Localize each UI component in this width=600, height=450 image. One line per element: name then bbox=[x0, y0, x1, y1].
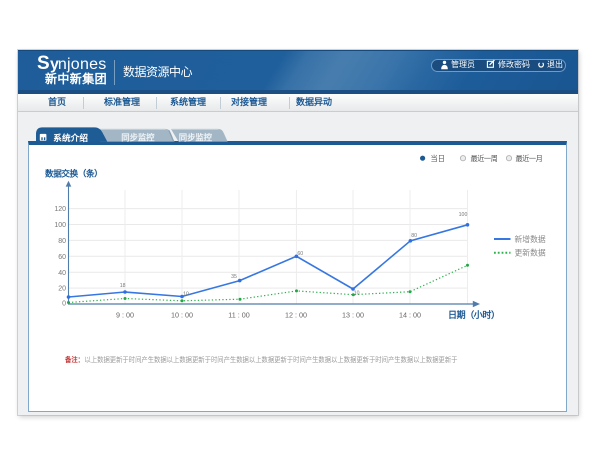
svg-text:日期（小时）: 日期（小时） bbox=[448, 309, 500, 320]
svg-text:10: 10 bbox=[354, 291, 360, 297]
svg-text:9 : 00: 9 : 00 bbox=[116, 311, 134, 320]
svg-text:60: 60 bbox=[297, 251, 303, 257]
svg-text:以上数据更新于时间产生数据以上数据更新于时间产生数据以上数据: 以上数据更新于时间产生数据以上数据更新于时间产生数据以上数据更新于时间产生数据以… bbox=[85, 355, 458, 364]
svg-text:13 : 00: 13 : 00 bbox=[342, 311, 364, 320]
svg-text:0: 0 bbox=[62, 301, 66, 308]
svg-text:10: 10 bbox=[183, 291, 189, 297]
svg-text:80: 80 bbox=[58, 238, 66, 245]
svg-text:10 : 00: 10 : 00 bbox=[171, 311, 193, 320]
svg-text:60: 60 bbox=[58, 254, 66, 261]
svg-text:系统介绍: 系统介绍 bbox=[53, 132, 88, 143]
svg-text:11 : 00: 11 : 00 bbox=[228, 311, 249, 320]
svg-text:数据交换（条）: 数据交换（条） bbox=[45, 168, 102, 179]
svg-text:最近一周: 最近一周 bbox=[471, 154, 498, 163]
svg-text:同步监控: 同步监控 bbox=[179, 133, 213, 143]
svg-text:100: 100 bbox=[54, 222, 66, 229]
svg-text:新增数据: 新增数据 bbox=[515, 234, 546, 244]
svg-text:同步监控: 同步监控 bbox=[121, 133, 155, 143]
svg-text:更新数据: 更新数据 bbox=[515, 248, 546, 258]
svg-text:最近一月: 最近一月 bbox=[516, 154, 543, 163]
svg-text:18: 18 bbox=[120, 283, 126, 289]
svg-text:14 : 00: 14 : 00 bbox=[399, 311, 421, 320]
svg-text:备注：: 备注： bbox=[64, 355, 84, 364]
svg-text:120: 120 bbox=[54, 206, 66, 213]
svg-text:20: 20 bbox=[58, 286, 66, 293]
svg-text:100: 100 bbox=[459, 212, 468, 218]
svg-text:12 : 00: 12 : 00 bbox=[285, 311, 307, 320]
svg-text:35: 35 bbox=[231, 274, 237, 280]
svg-text:当日: 当日 bbox=[431, 154, 445, 163]
svg-text:40: 40 bbox=[58, 270, 66, 277]
svg-text:80: 80 bbox=[411, 233, 417, 239]
